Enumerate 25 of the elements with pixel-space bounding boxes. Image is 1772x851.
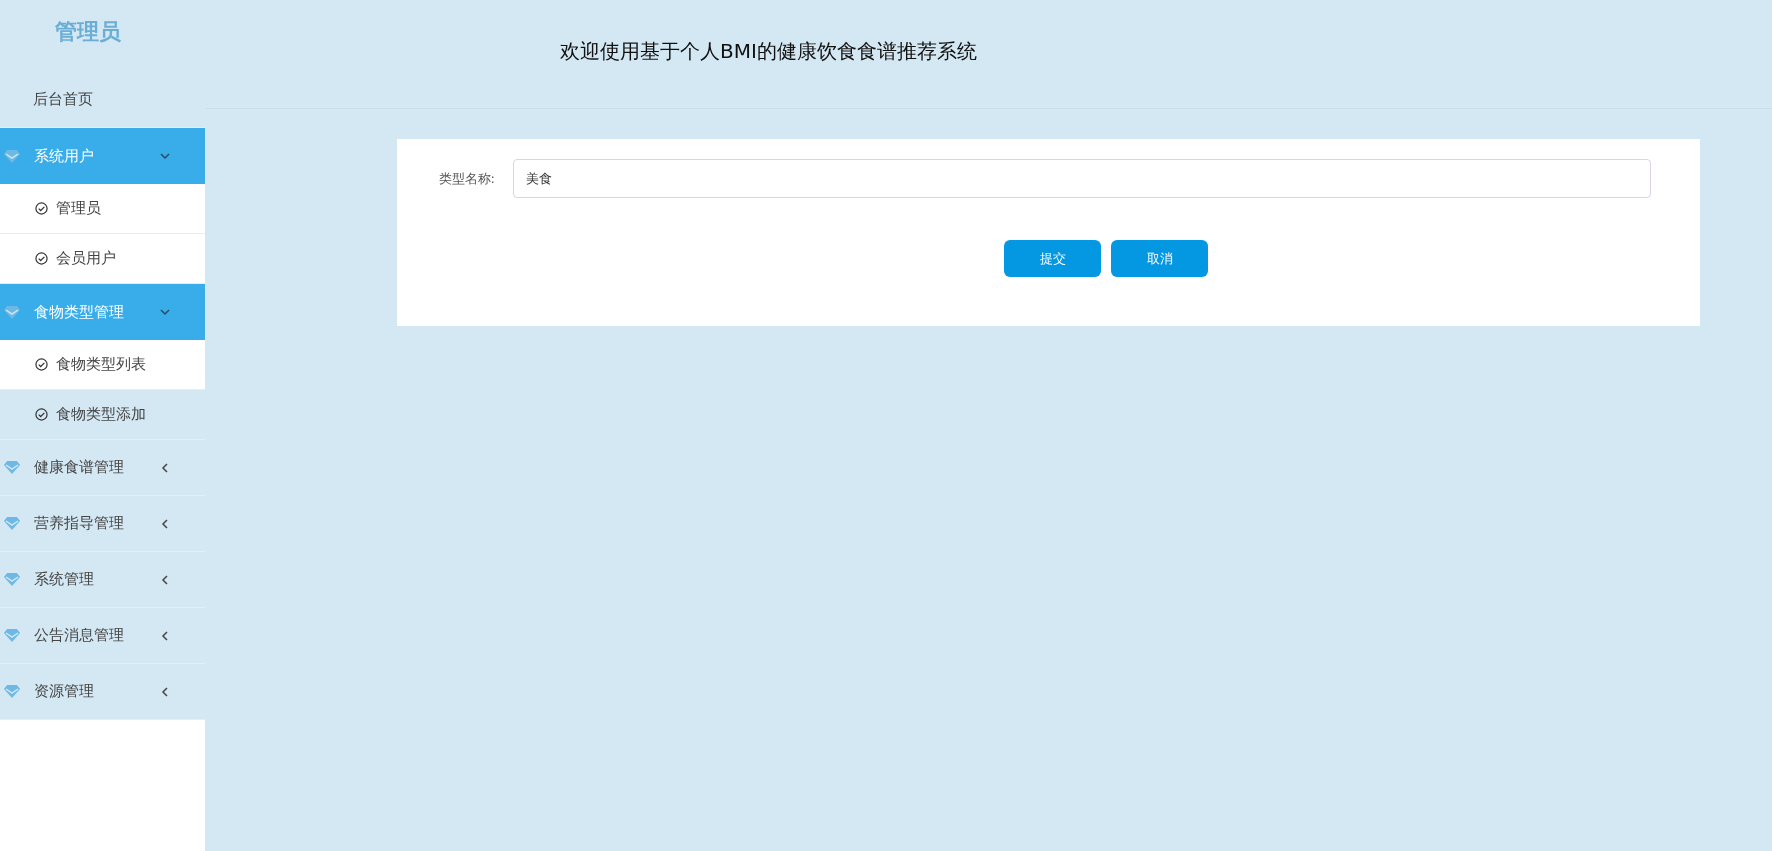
page-title: 欢迎使用基于个人BMI的健康饮食食谱推荐系统 bbox=[559, 38, 978, 65]
diamond-icon bbox=[4, 573, 20, 586]
sidebar-subitem[interactable]: 食物类型列表 bbox=[0, 340, 205, 390]
input-field[interactable]: 美食 bbox=[513, 159, 1651, 198]
sidebar-title: 管理员 bbox=[53, 18, 122, 46]
check-circle-icon bbox=[35, 358, 48, 371]
chevron-left-icon bbox=[159, 461, 171, 474]
check-circle-icon bbox=[35, 252, 48, 265]
chevron-left-icon bbox=[159, 573, 171, 586]
chevron-left-icon bbox=[159, 685, 171, 698]
chevron-left-icon bbox=[159, 517, 171, 530]
chevron-down-icon bbox=[159, 306, 171, 318]
diamond-icon bbox=[4, 461, 20, 474]
check-circle-icon bbox=[35, 408, 48, 421]
diamond-icon bbox=[4, 305, 20, 319]
field-label: 类型名称: bbox=[437, 169, 496, 188]
check-circle-icon bbox=[35, 202, 48, 215]
diamond-icon bbox=[4, 149, 20, 163]
diamond-icon bbox=[4, 685, 20, 698]
diamond-icon bbox=[4, 629, 20, 642]
sidebar-subitem[interactable]: 会员用户 bbox=[0, 234, 205, 284]
diamond-icon bbox=[4, 517, 20, 530]
chevron-left-icon bbox=[159, 629, 171, 642]
sidebar-subitem[interactable]: 管理员 bbox=[0, 184, 205, 234]
chevron-down-icon bbox=[159, 150, 171, 162]
